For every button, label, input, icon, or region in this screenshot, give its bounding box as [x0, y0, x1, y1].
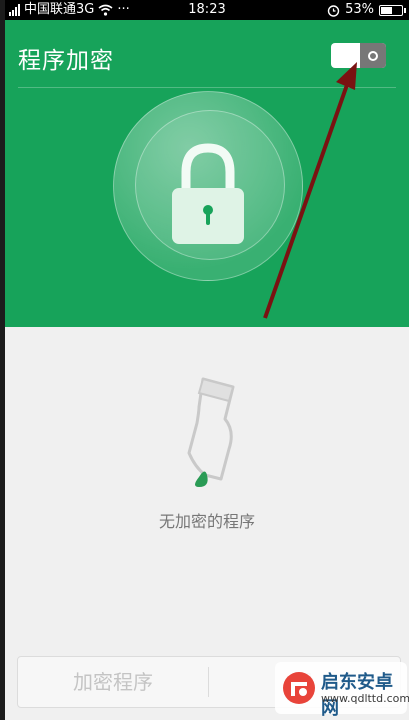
toggle-knob	[360, 43, 386, 68]
app-screen: 中国联通3G ··· 18:23 53% 程序加密 无加密的程序 加密程序 启东…	[5, 0, 409, 720]
status-bar: 中国联通3G ··· 18:23 53%	[5, 0, 409, 20]
site-watermark: 启东安卓网 www.qdlttd.com	[275, 662, 409, 719]
page-title: 程序加密	[18, 48, 114, 74]
battery-percent: 53%	[345, 2, 374, 17]
alarm-icon	[327, 4, 340, 17]
empty-bottle-icon	[187, 377, 235, 487]
encrypt-programs-button[interactable]: 加密程序	[18, 657, 208, 707]
encryption-toggle[interactable]	[331, 43, 386, 68]
watermark-logo-icon	[283, 672, 315, 704]
battery-icon	[379, 4, 406, 16]
watermark-url: www.qdlttd.com	[321, 692, 409, 705]
empty-state-message: 无加密的程序	[158, 512, 255, 531]
lock-icon	[172, 143, 244, 244]
header-divider	[18, 87, 396, 88]
